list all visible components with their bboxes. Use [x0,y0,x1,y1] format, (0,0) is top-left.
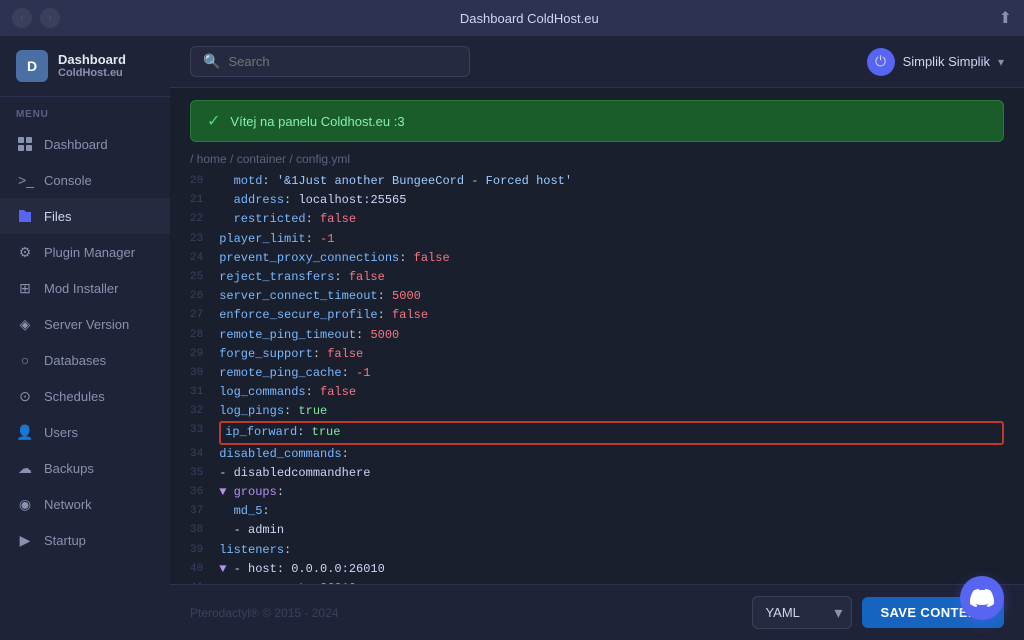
code-line-22: 22 restricted: false [190,210,1004,229]
files-icon [16,207,34,225]
code-line-37: 37 md_5: [190,502,1004,521]
startup-icon: ▶ [16,531,34,549]
logo-subtitle: ColdHost.eu [58,67,126,80]
code-line-39: 39 listeners: [190,541,1004,560]
sidebar-item-network[interactable]: ◉ Network [0,486,170,522]
title-bar: ‹ › Dashboard ColdHost.eu ⬆ [0,0,1024,36]
sidebar-item-schedules[interactable]: ⊙ Schedules [0,378,170,414]
sidebar-item-databases[interactable]: ○ Databases [0,342,170,378]
sidebar-item-label: Backups [44,461,94,476]
breadcrumb: / home / container / config.yml [170,142,1024,172]
sidebar-item-label: Mod Installer [44,281,118,296]
code-line-27: 27 enforce_secure_profile: false [190,306,1004,325]
sidebar-item-files[interactable]: Files [0,198,170,234]
sidebar-item-label: Startup [44,533,86,548]
code-line-23: 23 player_limit: -1 [190,230,1004,249]
sidebar-item-label: Users [44,425,78,440]
user-name: Simplik Simplik [903,54,990,69]
mod-installer-icon: ⊞ [16,279,34,297]
code-editor[interactable]: 20 motd: '&1Just another BungeeCord - Fo… [170,172,1024,584]
top-bar: 🔍 ⏻ Simplik Simplik ▾ [170,36,1024,88]
schedules-icon: ⊙ [16,387,34,405]
code-line-26: 26 server_connect_timeout: 5000 [190,287,1004,306]
code-line-36: 36 ▼ groups: [190,483,1004,502]
window-title: Dashboard ColdHost.eu [460,11,599,26]
sidebar-item-backups[interactable]: ☁ Backups [0,450,170,486]
notification-text: Vítej na panelu Coldhost.eu :3 [230,114,404,129]
sidebar-item-dashboard[interactable]: Dashboard [0,126,170,162]
backups-icon: ☁ [16,459,34,477]
sidebar-item-mod-installer[interactable]: ⊞ Mod Installer [0,270,170,306]
back-button[interactable]: ‹ [12,8,32,28]
sidebar-item-startup[interactable]: ▶ Startup [0,522,170,558]
sidebar-item-label: Console [44,173,92,188]
forward-button[interactable]: › [40,8,60,28]
users-icon: 👤 [16,423,34,441]
upload-icon[interactable]: ⬆ [999,8,1012,28]
code-line-21: 21 address: localhost:25565 [190,191,1004,210]
code-line-24: 24 prevent_proxy_connections: false [190,249,1004,268]
footer-bar: Pterodactyl® © 2015 - 2024 YAML JSON SAV… [170,584,1024,640]
code-line-35: 35 - disabledcommandhere [190,464,1004,483]
sidebar-item-plugin-manager[interactable]: ⚙ Plugin Manager [0,234,170,270]
code-line-29: 29 forge_support: false [190,345,1004,364]
logo-text: Dashboard ColdHost.eu [58,52,126,81]
code-line-30: 30 remote_ping_cache: -1 [190,364,1004,383]
code-line-31: 31 log_commands: false [190,383,1004,402]
user-menu[interactable]: ⏻ Simplik Simplik ▾ [867,48,1004,76]
code-line-32: 32 log_pings: true [190,402,1004,421]
code-line-25: 25 reject_transfers: false [190,268,1004,287]
sidebar-item-label: Schedules [44,389,105,404]
databases-icon: ○ [16,351,34,369]
server-version-icon: ◈ [16,315,34,333]
format-select[interactable]: YAML JSON [752,596,852,629]
code-line-33: 33 ip_forward: true [190,421,1004,444]
footer-credit: Pterodactyl® © 2015 - 2024 [190,606,338,620]
chevron-down-icon: ▾ [998,55,1004,69]
sidebar-item-label: Dashboard [44,137,108,152]
network-icon: ◉ [16,495,34,513]
sidebar-item-label: Plugin Manager [44,245,135,260]
menu-label: MENU [0,97,170,126]
code-line-28: 28 remote_ping_timeout: 5000 [190,326,1004,345]
content-area: 🔍 ⏻ Simplik Simplik ▾ ✓ Vítej na panelu … [170,36,1024,640]
code-line-38: 38 - admin [190,521,1004,540]
sidebar-item-label: Databases [44,353,106,368]
logo-avatar: D [16,50,48,82]
yaml-select-wrapper: YAML JSON [752,596,852,629]
search-input[interactable] [228,54,457,69]
sidebar-item-server-version[interactable]: ◈ Server Version [0,306,170,342]
code-line-34: 34 disabled_commands: [190,445,1004,464]
notification-banner: ✓ Vítej na panelu Coldhost.eu :3 [190,100,1004,142]
sidebar-item-console[interactable]: >_ Console [0,162,170,198]
sidebar-item-label: Server Version [44,317,129,332]
window-controls: ‹ › [12,8,60,28]
search-icon: 🔍 [203,53,220,70]
main-layout: D Dashboard ColdHost.eu MENU Dashboard >… [0,36,1024,640]
plugin-manager-icon: ⚙ [16,243,34,261]
sidebar: D Dashboard ColdHost.eu MENU Dashboard >… [0,36,170,640]
discord-fab[interactable] [960,576,1004,620]
sidebar-item-label: Files [44,209,71,224]
code-line-20: 20 motd: '&1Just another BungeeCord - Fo… [190,172,1004,191]
console-icon: >_ [16,171,34,189]
search-box[interactable]: 🔍 [190,46,470,77]
sidebar-logo: D Dashboard ColdHost.eu [0,36,170,97]
sidebar-item-label: Network [44,497,92,512]
check-icon: ✓ [207,111,220,131]
logo-title: Dashboard [58,52,126,68]
code-line-40: 40 ▼ - host: 0.0.0.0:26010 [190,560,1004,579]
dashboard-icon [16,135,34,153]
sidebar-item-users[interactable]: 👤 Users [0,414,170,450]
user-avatar: ⏻ [867,48,895,76]
